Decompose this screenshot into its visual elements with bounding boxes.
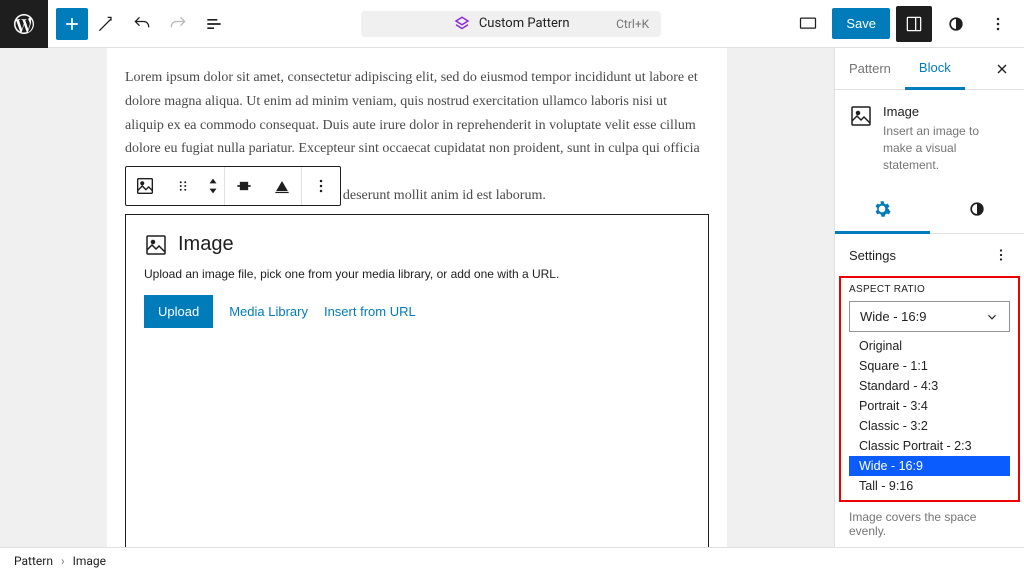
image-block-description: Upload an image file, pick one from your… [144,267,690,281]
aspect-ratio-option[interactable]: Classic Portrait - 2:3 [849,436,1010,456]
settings-subtab[interactable] [835,187,930,234]
block-toolbar [125,166,341,206]
aspect-ratio-option[interactable]: Standard - 4:3 [849,376,1010,396]
block-description: Insert an image to make a visual stateme… [883,123,1010,173]
aspect-ratio-help: Image covers the space evenly. [835,502,1024,547]
close-sidebar-button[interactable] [980,51,1024,87]
aspect-ratio-option[interactable]: Square - 1:1 [849,356,1010,376]
block-info-icon [849,104,873,173]
aspect-ratio-option[interactable]: Portrait - 3:4 [849,396,1010,416]
aspect-ratio-option[interactable]: Classic - 3:2 [849,416,1010,436]
wordpress-logo[interactable] [0,0,48,48]
move-buttons[interactable] [202,167,224,205]
settings-sidebar-toggle[interactable] [896,6,932,42]
aspect-ratio-label: ASPECT RATIO [849,284,1010,295]
save-button[interactable]: Save [832,8,890,39]
aspect-ratio-option[interactable]: Tall - 9:16 [849,476,1010,496]
view-button[interactable] [790,6,826,42]
aspect-ratio-dropdown: Original Square - 1:1 Standard - 4:3 Por… [849,336,1010,496]
image-icon [144,233,168,257]
options-button[interactable] [980,6,1016,42]
chevron-down-icon [985,310,999,324]
block-options-button[interactable] [302,167,340,205]
breadcrumb-item[interactable]: Image [73,554,106,568]
toggle-inserter-button[interactable] [56,8,88,40]
document-title-bar[interactable]: Custom Pattern Ctrl+K [361,11,661,37]
styles-button[interactable] [938,6,974,42]
redo-button[interactable] [160,6,196,42]
undo-button[interactable] [124,6,160,42]
breadcrumb: Pattern › Image [0,547,1024,573]
tools-button[interactable] [88,6,124,42]
block-type-button[interactable] [126,167,164,205]
tab-pattern[interactable]: Pattern [835,49,905,88]
settings-panel-title: Settings [849,248,896,263]
shortcut-hint: Ctrl+K [616,17,649,31]
aspect-ratio-option[interactable]: Original [849,336,1010,356]
editor-canvas[interactable]: Lorem ipsum dolor sit amet, consectetur … [107,48,727,547]
document-title: Custom Pattern [479,16,570,31]
pattern-icon [453,15,471,33]
image-block-placeholder[interactable]: Image Upload an image file, pick one fro… [125,214,709,547]
insert-from-url-button[interactable]: Insert from URL [324,304,416,319]
aspect-ratio-option[interactable]: Wide - 16:9 [849,456,1010,476]
media-library-button[interactable]: Media Library [229,304,308,319]
settings-panel-menu[interactable] [992,246,1010,264]
settings-sidebar: Pattern Block Image Insert an image to m… [834,48,1024,547]
chevron-right-icon: › [61,554,65,568]
breadcrumb-item[interactable]: Pattern [14,554,53,568]
align-button[interactable] [225,167,263,205]
upload-button[interactable]: Upload [144,295,213,328]
tab-block[interactable]: Block [905,48,965,90]
aspect-ratio-select[interactable]: Wide - 16:9 [849,301,1010,332]
aspect-ratio-panel: ASPECT RATIO Wide - 16:9 Original Square… [839,276,1020,502]
styles-subtab[interactable] [930,187,1024,233]
caption-button[interactable] [263,167,301,205]
block-name: Image [883,104,1010,119]
image-block-title: Image [178,233,234,256]
aspect-ratio-value: Wide - 16:9 [860,309,926,324]
document-overview-button[interactable] [196,6,232,42]
drag-handle[interactable] [164,167,202,205]
